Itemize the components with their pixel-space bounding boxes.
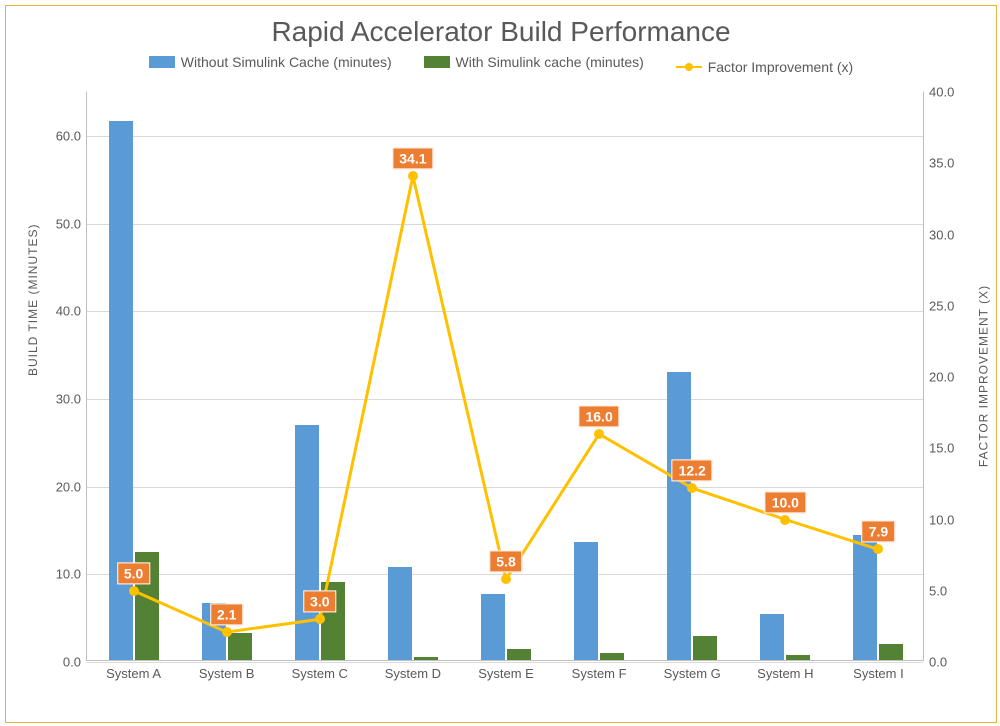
swatch-factor: [676, 66, 702, 68]
factor-data-label: 34.1: [392, 147, 433, 169]
y-tick-left: 0.0: [41, 655, 81, 670]
y-tick-left: 10.0: [41, 567, 81, 582]
factor-data-label: 10.0: [765, 491, 806, 513]
y-tick-left: 40.0: [41, 304, 81, 319]
x-tick: System D: [385, 666, 441, 681]
y-tick-left: 60.0: [41, 128, 81, 143]
legend-item-with: With Simulink cache (minutes): [424, 54, 644, 70]
chart-title: Rapid Accelerator Build Performance: [6, 16, 996, 48]
chart-frame: Rapid Accelerator Build Performance With…: [5, 5, 997, 723]
y-tick-right: 35.0: [929, 156, 969, 171]
x-tick: System E: [478, 666, 534, 681]
factor-marker: [780, 515, 790, 525]
legend-label-without: Without Simulink Cache (minutes): [181, 54, 392, 70]
y-tick-left: 30.0: [41, 391, 81, 406]
factor-data-label: 16.0: [578, 405, 619, 427]
factor-data-label: 2.1: [210, 603, 243, 625]
legend: Without Simulink Cache (minutes) With Si…: [6, 54, 996, 75]
x-tick: System A: [106, 666, 161, 681]
y-axis-right-label: FACTOR IMPROVEMENT (X): [976, 285, 990, 467]
factor-marker: [129, 586, 139, 596]
y-tick-right: 30.0: [929, 227, 969, 242]
legend-dot-icon: [685, 63, 693, 71]
y-tick-right: 10.0: [929, 512, 969, 527]
y-tick-left: 20.0: [41, 479, 81, 494]
y-tick-right: 15.0: [929, 441, 969, 456]
swatch-with: [424, 56, 450, 68]
y-tick-right: 25.0: [929, 298, 969, 313]
y-tick-right: 20.0: [929, 370, 969, 385]
factor-marker: [408, 171, 418, 181]
y-tick-right: 0.0: [929, 655, 969, 670]
x-tick: System H: [757, 666, 813, 681]
y-axis-left-label: BUILD TIME (MINUTES): [26, 224, 40, 376]
x-tick: System B: [199, 666, 255, 681]
y-tick-right: 5.0: [929, 583, 969, 598]
factor-data-label: 7.9: [862, 521, 895, 543]
gridline: [87, 662, 923, 663]
y-tick-right: 40.0: [929, 85, 969, 100]
x-tick: System G: [664, 666, 721, 681]
factor-marker: [315, 614, 325, 624]
y-tick-left: 50.0: [41, 216, 81, 231]
factor-data-label: 5.8: [489, 551, 522, 573]
factor-marker: [222, 627, 232, 637]
x-tick: System C: [292, 666, 348, 681]
factor-data-label: 12.2: [672, 460, 713, 482]
swatch-without: [149, 56, 175, 68]
x-tick: System I: [853, 666, 904, 681]
factor-data-label: 5.0: [117, 562, 150, 584]
plot-area: 0.010.020.030.040.050.060.00.05.010.015.…: [86, 91, 924, 661]
legend-label-factor: Factor Improvement (x): [708, 59, 853, 75]
legend-item-factor: Factor Improvement (x): [676, 59, 853, 75]
legend-item-without: Without Simulink Cache (minutes): [149, 54, 392, 70]
factor-data-label: 3.0: [303, 591, 336, 613]
legend-label-with: With Simulink cache (minutes): [456, 54, 644, 70]
x-tick: System F: [572, 666, 627, 681]
